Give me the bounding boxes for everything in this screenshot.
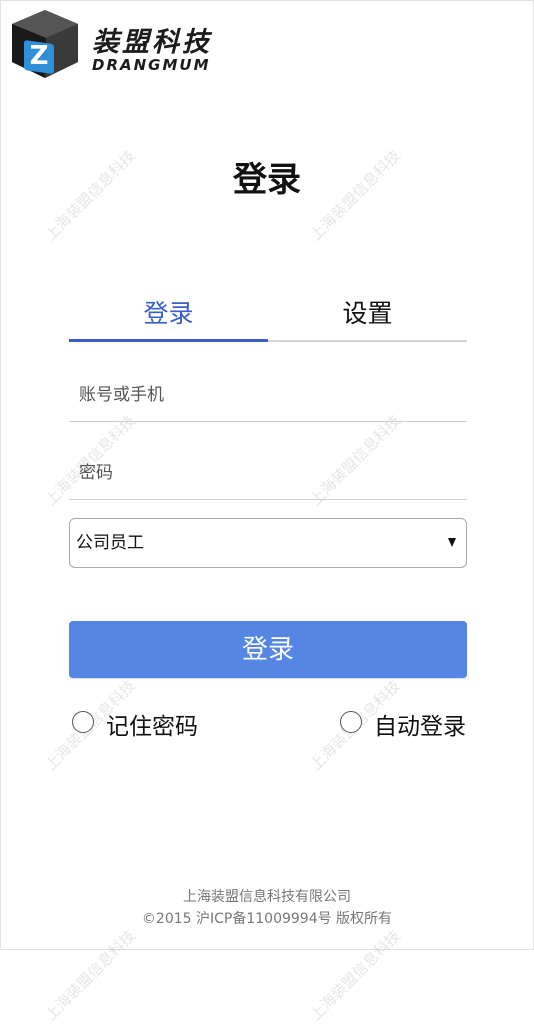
brand-name-cn: 装盟科技	[92, 27, 212, 58]
login-button[interactable]: 登录	[69, 621, 467, 678]
radio-icon[interactable]	[72, 711, 94, 733]
dropdown-arrow-icon	[448, 538, 456, 547]
radio-icon[interactable]	[340, 711, 362, 733]
brand-name-en: DRANGMUM	[92, 56, 211, 74]
svg-text:Z: Z	[30, 41, 49, 71]
footer-company: 上海装盟信息科技有限公司	[183, 889, 351, 905]
role-select[interactable]: 公司员工	[69, 518, 467, 568]
remember-password-label: 记住密码	[106, 714, 198, 740]
page-title: 登录	[233, 160, 301, 200]
tab-bar: 登录 设置	[69, 294, 467, 344]
password-input[interactable]	[69, 446, 467, 500]
footer-copyright: ©2015 沪ICP备11009994号 版权所有	[141, 911, 393, 927]
auto-login-option[interactable]: 自动登录	[340, 710, 480, 740]
remember-password-option[interactable]: 记住密码	[72, 710, 212, 740]
auto-login-label: 自动登录	[374, 714, 466, 740]
brand-logo: Z 装盟科技 DRANGMUM	[10, 8, 240, 78]
role-select-value: 公司员工	[76, 533, 144, 553]
cube-logo-icon: Z	[12, 10, 78, 78]
tab-login[interactable]: 登录	[69, 294, 268, 342]
tab-settings[interactable]: 设置	[268, 294, 467, 342]
account-input[interactable]	[69, 368, 467, 422]
